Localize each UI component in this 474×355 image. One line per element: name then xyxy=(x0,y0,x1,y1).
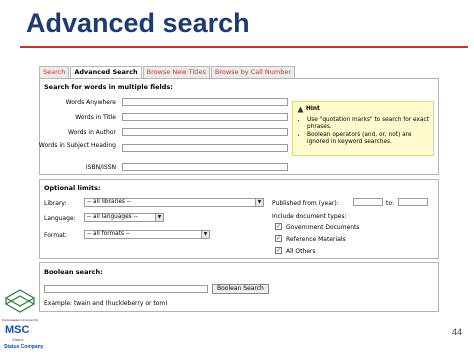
words-anywhere-label: Words Anywhere xyxy=(65,99,116,106)
tab-browse-by-call-number[interactable]: Browse by Call Number xyxy=(210,66,296,78)
boolean-example: Example: twain and (huckleberry or tom) xyxy=(44,300,168,307)
library-select-value: -- all libraries -- xyxy=(87,199,132,205)
reference-materials-checkbox[interactable]: ✓ xyxy=(275,235,282,242)
logo-brand: MSC xyxy=(5,324,30,336)
words-in-author-label: Words in Author xyxy=(67,129,116,136)
chevron-down-icon: ▼ xyxy=(255,199,263,206)
language-select-value: -- all languages -- xyxy=(87,214,138,220)
all-others-checkbox[interactable]: ✓ xyxy=(275,247,282,254)
format-select[interactable]: -- all formats -- ▼ xyxy=(84,230,210,239)
hint-icon xyxy=(297,106,304,113)
words-in-title-input[interactable] xyxy=(122,113,288,121)
format-select-value: -- all formats -- xyxy=(87,231,131,237)
tab-browse-new-titles[interactable]: Browse New Titles xyxy=(142,66,210,78)
slide-title: Advanced search xyxy=(26,8,250,38)
tab-advanced-search[interactable]: Advanced Search xyxy=(70,66,142,78)
words-in-subject-input[interactable] xyxy=(122,144,288,152)
library-select[interactable]: -- all libraries -- ▼ xyxy=(84,198,264,207)
msc-status-logo: Perpustakaan Universiti Malaysia MSC Sta… xyxy=(2,288,43,353)
title-divider xyxy=(20,46,468,48)
logo-sub1: Status xyxy=(12,337,24,342)
language-select[interactable]: -- all languages -- ▼ xyxy=(84,213,164,222)
words-section-heading: Search for words in multiple fields: xyxy=(44,83,173,91)
published-from-label: Published from (year): xyxy=(272,200,339,207)
published-to-label: to: xyxy=(386,200,395,207)
published-from-input[interactable] xyxy=(353,198,383,206)
boolean-search-input[interactable] xyxy=(44,285,208,293)
isbn-issn-label: ISBN/ISSN xyxy=(85,164,116,171)
library-emblem-icon xyxy=(4,289,36,313)
all-others-label: All Others xyxy=(286,248,316,255)
government-documents-label: Government Documents xyxy=(286,224,360,231)
optional-limits-panel: Optional limits: Library: -- all librari… xyxy=(39,179,439,259)
language-label: Language: xyxy=(44,215,76,222)
words-anywhere-input[interactable] xyxy=(122,98,288,106)
words-in-subject-label: Words in Subject Heading xyxy=(38,142,116,149)
boolean-search-panel: Boolean search: Boolean Search Example: … xyxy=(39,262,439,312)
reference-materials-label: Reference Materials xyxy=(286,236,346,243)
hint-item: Boolean operators (and, or, not) are ign… xyxy=(307,132,431,146)
boolean-search-button[interactable]: Boolean Search xyxy=(212,284,269,294)
government-documents-checkbox[interactable]: ✓ xyxy=(275,223,282,230)
page-number: 44 xyxy=(452,327,463,337)
hint-title: Hint xyxy=(306,106,320,112)
library-label: Library: xyxy=(44,200,67,207)
search-tabs: Search Advanced Search Browse New Titles… xyxy=(39,66,296,78)
doc-types-label: Include document types: xyxy=(272,213,347,220)
published-to-input[interactable] xyxy=(398,198,428,206)
tab-search[interactable]: Search xyxy=(39,66,70,78)
chevron-down-icon: ▼ xyxy=(155,214,163,221)
format-label: Format: xyxy=(44,232,68,239)
isbn-issn-input[interactable] xyxy=(122,163,288,171)
hint-box: Hint Use "quotation marks" to search for… xyxy=(292,101,434,156)
logo-sub2: Status Company xyxy=(4,344,44,350)
chevron-down-icon: ▼ xyxy=(201,231,209,238)
words-in-title-label: Words in Title xyxy=(75,114,116,121)
limits-heading: Optional limits: xyxy=(44,184,101,192)
words-in-author-input[interactable] xyxy=(122,128,288,136)
boolean-heading: Boolean search: xyxy=(44,268,103,276)
words-search-panel: Search for words in multiple fields: Wor… xyxy=(39,78,439,175)
logo-top-text: Perpustakaan Universiti Malaysia xyxy=(2,318,38,322)
hint-item: Use "quotation marks" to search for exac… xyxy=(307,117,431,131)
